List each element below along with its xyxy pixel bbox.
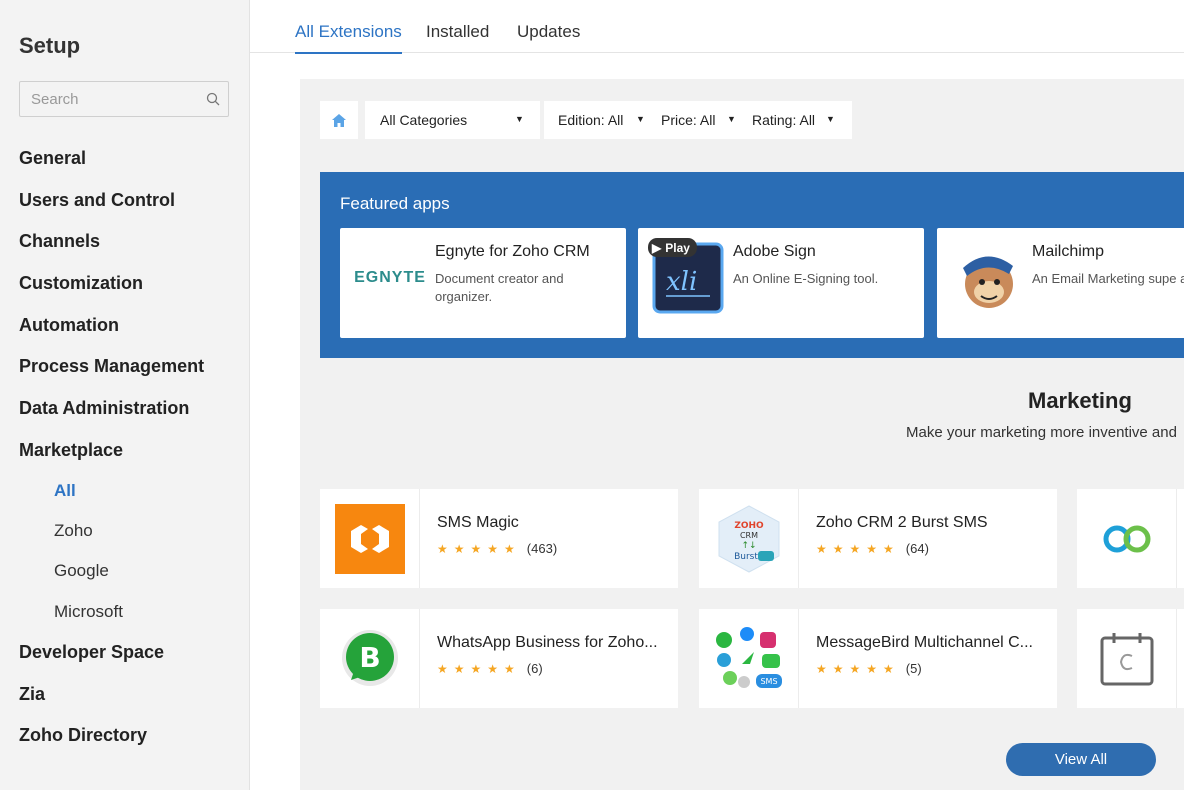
- whatsapp-business-logo: B: [341, 629, 398, 686]
- nav-users-and-control[interactable]: Users and Control: [19, 190, 175, 211]
- app-name: SMS Magic: [437, 514, 519, 531]
- app-name: MessageBird Multichannel C...: [816, 634, 1033, 651]
- chevron-down-icon: ▼: [636, 114, 645, 124]
- section-title: Marketing: [1028, 388, 1132, 413]
- app-name: Zoho CRM 2 Burst SMS: [816, 514, 988, 531]
- home-button[interactable]: [320, 101, 358, 139]
- filter-group: Edition: All ▼ Price: All ▼ Rating: All …: [544, 101, 852, 139]
- star-rating-icon: ★★★★★: [816, 661, 900, 676]
- svg-text:↑↓: ↑↓: [741, 541, 756, 551]
- nav-zoho-directory[interactable]: Zoho Directory: [19, 725, 147, 746]
- app-card[interactable]: ZOHO CRM ↑↓ Burst Zoho CRM 2 Burst SMS ★…: [699, 489, 1057, 588]
- app-card[interactable]: [1077, 609, 1184, 708]
- star-rating-icon: ★★★★★: [437, 661, 521, 676]
- sms-magic-logo: [334, 503, 405, 574]
- chevron-down-icon: ▼: [515, 114, 524, 124]
- app-logo-cell: ZOHO CRM ↑↓ Burst: [699, 489, 799, 588]
- svg-text:ZOHO: ZOHO: [734, 521, 764, 531]
- featured-app-card[interactable]: Mailchimp An Email Marketing supe app.: [937, 228, 1184, 338]
- category-dropdown[interactable]: All Categories ▼: [365, 101, 540, 139]
- play-icon: ▶: [652, 240, 662, 255]
- nav-customization[interactable]: Customization: [19, 273, 143, 294]
- svg-text:B: B: [359, 641, 380, 674]
- extension-tabs: All Extensions Installed Updates: [250, 0, 1184, 54]
- tab-updates[interactable]: Updates: [517, 22, 580, 52]
- marketplace-panel: All Categories ▼ Edition: All ▼ Price: A…: [300, 79, 1184, 790]
- nav-developer-space[interactable]: Developer Space: [19, 642, 164, 663]
- nav-zia[interactable]: Zia: [19, 684, 45, 705]
- app-logo-cell: [1077, 609, 1177, 708]
- rating-filter[interactable]: Rating: All: [752, 112, 815, 128]
- section-subtitle: Make your marketing more inventive and: [906, 424, 1177, 441]
- featured-app-name: Egnyte for Zoho CRM: [435, 243, 590, 260]
- home-icon: [332, 113, 346, 127]
- search-box[interactable]: [19, 81, 229, 117]
- price-filter[interactable]: Price: All: [661, 112, 715, 128]
- app-logo-cell: [1077, 489, 1177, 588]
- rating-count: (64): [905, 541, 929, 556]
- featured-app-desc: Document creator and organizer.: [435, 271, 564, 304]
- sidebar: Setup General Users and Control Channels…: [0, 0, 250, 790]
- nav-data-administration[interactable]: Data Administration: [19, 398, 189, 419]
- calendar-icon: [1100, 632, 1153, 685]
- featured-app-name: Adobe Sign: [733, 243, 816, 260]
- nav-channels[interactable]: Channels: [19, 231, 100, 252]
- app-rating: ★★★★★ (463): [437, 541, 557, 556]
- app-logo-cell: SMS: [699, 609, 799, 708]
- nav-marketplace[interactable]: Marketplace: [19, 440, 123, 461]
- sidebar-title: Setup: [19, 33, 81, 58]
- app-rating: ★★★★★ (6): [437, 661, 543, 676]
- featured-apps-banner: Featured apps EGNYTE Egnyte for Zoho CRM…: [320, 172, 1184, 358]
- tab-installed[interactable]: Installed: [426, 22, 489, 52]
- app-logo-cell: [320, 489, 420, 588]
- app-logo-cell: B: [320, 609, 420, 708]
- svg-text:SMS: SMS: [760, 677, 777, 686]
- app-card[interactable]: SMS MessageBird Multichannel C... ★★★★★ …: [699, 609, 1057, 708]
- egnyte-logo: EGNYTE: [354, 269, 426, 286]
- tab-all-extensions[interactable]: All Extensions: [295, 22, 402, 54]
- app-rating: ★★★★★ (64): [816, 541, 929, 556]
- app-card[interactable]: [1077, 489, 1184, 588]
- app-name: WhatsApp Business for Zoho...: [437, 634, 658, 651]
- star-rating-icon: ★★★★★: [437, 541, 521, 556]
- app-rating: ★★★★★ (5): [816, 661, 922, 676]
- app-card[interactable]: B WhatsApp Business for Zoho... ★★★★★ (6…: [320, 609, 678, 708]
- featured-app-desc: An Online E-Signing tool.: [733, 271, 879, 286]
- mailchimp-logo: [963, 256, 1013, 308]
- search-icon[interactable]: [206, 92, 220, 106]
- search-input[interactable]: [20, 82, 190, 116]
- chevron-down-icon: ▼: [826, 114, 835, 124]
- nav-marketplace-zoho[interactable]: Zoho: [54, 521, 93, 541]
- nav-general[interactable]: General: [19, 148, 86, 169]
- featured-app-name: Mailchimp: [1032, 243, 1105, 260]
- featured-title: Featured apps: [340, 194, 450, 213]
- svg-text:Burst: Burst: [734, 552, 758, 562]
- category-dropdown-label: All Categories: [380, 112, 468, 128]
- app-card[interactable]: SMS Magic ★★★★★ (463): [320, 489, 678, 588]
- rating-count: (5): [905, 661, 922, 676]
- nav-marketplace-google[interactable]: Google: [54, 561, 109, 581]
- svg-text:CRM: CRM: [739, 531, 757, 540]
- view-all-button[interactable]: View All: [1006, 743, 1156, 776]
- featured-app-card[interactable]: EGNYTE Egnyte for Zoho CRM Document crea…: [340, 228, 626, 338]
- play-badge[interactable]: ▶ Play: [648, 238, 697, 257]
- svg-text:xli: xli: [666, 267, 697, 297]
- rating-count: (463): [526, 541, 558, 556]
- chevron-down-icon: ▼: [727, 114, 736, 124]
- star-rating-icon: ★★★★★: [816, 541, 900, 556]
- edition-filter[interactable]: Edition: All: [558, 112, 623, 128]
- nav-marketplace-all[interactable]: All: [54, 481, 76, 501]
- featured-app-desc: An Email Marketing supe app.: [1032, 271, 1184, 286]
- link-logo: [1103, 525, 1150, 552]
- nav-process-management[interactable]: Process Management: [19, 356, 204, 377]
- nav-automation[interactable]: Automation: [19, 315, 119, 336]
- messagebird-logo: SMS: [715, 626, 782, 688]
- nav-marketplace-microsoft[interactable]: Microsoft: [54, 602, 123, 622]
- burst-sms-logo: ZOHO CRM ↑↓ Burst: [718, 504, 779, 573]
- rating-count: (6): [526, 661, 543, 676]
- featured-app-card[interactable]: xli ▶ Play Adobe Sign An Online E-Signin…: [638, 228, 924, 338]
